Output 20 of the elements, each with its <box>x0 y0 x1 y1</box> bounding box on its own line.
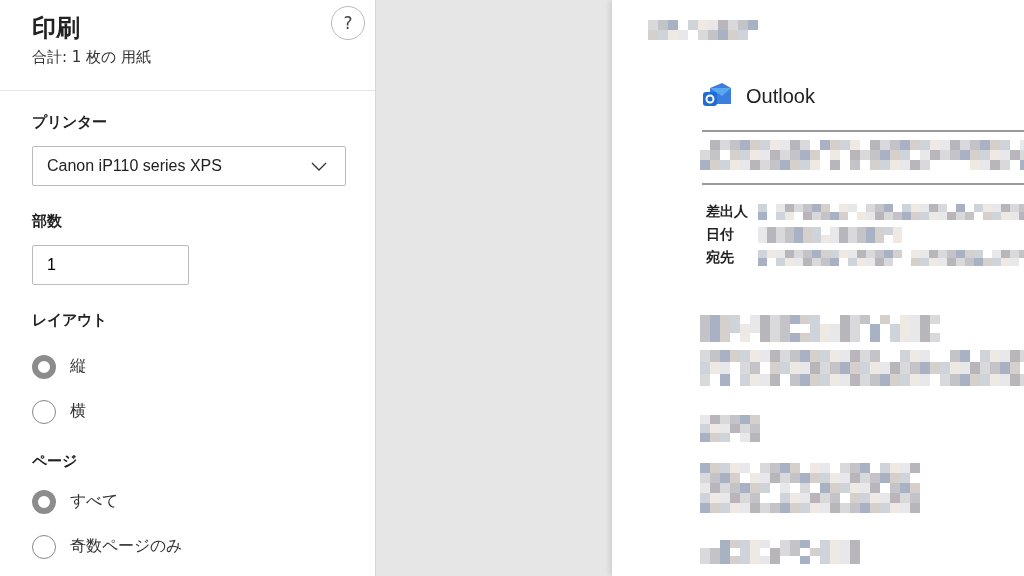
field-label: 宛先 <box>706 249 735 267</box>
layout-label: レイアウト <box>32 311 108 330</box>
copies-field[interactable]: 1 <box>32 245 189 285</box>
radio-label: 横 <box>70 401 86 422</box>
help-button[interactable]: ? <box>331 6 365 40</box>
chevron-down-icon <box>311 161 327 171</box>
printer-label: プリンター <box>32 113 108 132</box>
printer-dropdown[interactable]: Canon iP110 series XPS <box>32 146 346 186</box>
radio-label: 縦 <box>70 356 86 377</box>
pixelated-text-drawing <box>700 415 760 442</box>
panel-title: 印刷 <box>32 13 81 44</box>
copies-label: 部数 <box>32 212 63 231</box>
radio-label: すべて <box>70 491 118 512</box>
pages-label: ページ <box>32 452 78 471</box>
radio-label: 奇数ページのみ <box>70 536 182 557</box>
radio-button[interactable] <box>32 354 56 379</box>
app-name: Outlook <box>746 84 815 108</box>
radio-button[interactable] <box>32 489 56 514</box>
field-label: 日付 <box>706 226 735 244</box>
sheet-count: 合計: 1 枚の 用紙 <box>32 48 151 67</box>
